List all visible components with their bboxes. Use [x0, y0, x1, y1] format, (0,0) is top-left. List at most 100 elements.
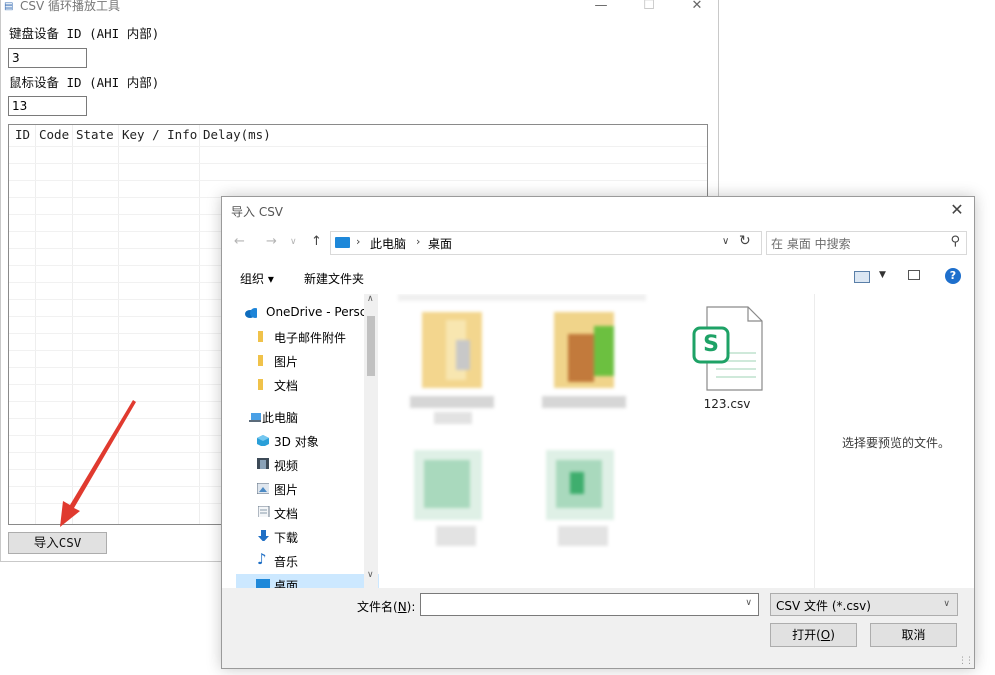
nav-item-desktop[interactable]: 桌面	[236, 574, 379, 588]
column-header-id[interactable]: ID	[15, 125, 30, 147]
open-button[interactable]: 打开(O)	[770, 623, 857, 647]
organize-button[interactable]: 组织 ▾	[240, 270, 274, 287]
nav-item-label: 图片	[274, 483, 299, 497]
open-label-prefix: 打开(	[792, 628, 821, 642]
search-input[interactable]	[769, 233, 943, 255]
help-icon[interactable]: ?	[945, 268, 961, 284]
filename-input[interactable]	[423, 595, 737, 616]
file-type-select[interactable]: CSV 文件 (*.csv) ∨	[770, 593, 958, 616]
download-icon	[258, 530, 269, 541]
back-arrow-icon[interactable]: ←	[234, 234, 245, 249]
grid-line	[72, 125, 73, 524]
new-folder-button[interactable]: 新建文件夹	[304, 270, 364, 287]
file-list-area[interactable]: S 123.csv	[382, 294, 814, 588]
blurred-file-thumbnail[interactable]	[410, 450, 500, 550]
file-name: 123.csv	[703, 397, 751, 411]
nav-item-onedrive[interactable]: OneDrive - Persc	[236, 302, 379, 324]
forward-arrow-icon[interactable]: →	[266, 234, 277, 249]
nav-item-label: 桌面	[274, 579, 299, 588]
view-options-dropdown-icon[interactable]: ▼	[879, 270, 886, 280]
mouse-device-input[interactable]	[8, 96, 87, 116]
filename-label: 文件名(N):	[357, 598, 415, 615]
nav-item-3d-objects[interactable]: 3D 对象	[236, 430, 379, 452]
dialog-title: 导入 CSV	[231, 205, 284, 219]
nav-item-documents[interactable]: 文档	[236, 374, 379, 396]
nav-item-email-attachments[interactable]: 电子邮件附件	[236, 326, 379, 348]
document-icon	[258, 506, 270, 517]
import-csv-dialog: 导入 CSV ✕ ← → ∨ ↑ › 此电脑 › 桌面 ∨ ↻ ⚲ 组织 ▾ 新…	[221, 196, 975, 669]
column-header-code[interactable]: Code	[39, 125, 69, 147]
minimize-button[interactable]: —	[581, 0, 621, 14]
nav-item-label: 音乐	[274, 555, 299, 569]
nav-item-label: 文档	[274, 379, 299, 393]
up-arrow-icon[interactable]: ↑	[311, 234, 322, 249]
close-button[interactable]: ✕	[677, 0, 717, 14]
search-icon[interactable]: ⚲	[950, 234, 960, 249]
dialog-close-button[interactable]: ✕	[946, 199, 968, 221]
change-view-icon[interactable]	[854, 271, 870, 283]
nav-scrollbar[interactable]: ∧ ∨	[364, 294, 378, 588]
computer-icon	[249, 413, 261, 422]
resize-grip-icon[interactable]: ⋮⋮	[958, 656, 974, 666]
address-bar[interactable]: › 此电脑 › 桌面 ∨ ↻	[330, 231, 762, 255]
blurred-file-thumbnail[interactable]	[410, 312, 500, 430]
breadcrumb-desktop[interactable]: 桌面	[428, 235, 452, 252]
csv-file-item[interactable]: S 123.csv	[682, 306, 772, 421]
blurred-file-thumbnail[interactable]	[542, 450, 632, 550]
cube-icon	[257, 435, 269, 446]
preview-placeholder-text: 选择要预览的文件。	[842, 436, 951, 450]
blurred-file-thumbnail[interactable]	[542, 312, 632, 430]
nav-item-videos[interactable]: 视频	[236, 454, 379, 476]
nav-item-label: 图片	[274, 355, 299, 369]
filename-label-prefix: 文件名(	[357, 600, 398, 614]
window-title: CSV 循环播放工具	[20, 0, 121, 13]
keyboard-device-input[interactable]	[8, 48, 87, 68]
breadcrumb-separator-icon: ›	[416, 235, 421, 248]
refresh-icon[interactable]: ↻	[739, 233, 751, 249]
breadcrumb-separator-icon: ›	[356, 235, 361, 248]
column-header-state[interactable]: State	[76, 125, 114, 147]
filename-label-suffix: ):	[406, 600, 416, 614]
import-csv-button[interactable]: 导入CSV	[8, 532, 107, 554]
nav-item-documents-pc[interactable]: 文档	[236, 502, 379, 524]
column-header-delay[interactable]: Delay(ms)	[203, 125, 271, 147]
folder-icon	[258, 331, 263, 342]
folder-icon	[258, 355, 263, 366]
video-icon	[257, 458, 269, 469]
music-icon: ♪	[257, 550, 267, 568]
pictures-icon	[257, 483, 269, 494]
scroll-down-icon[interactable]: ∨	[367, 570, 374, 580]
spreadsheet-badge: S	[703, 332, 719, 357]
navigation-pane[interactable]: OneDrive - Persc 电子邮件附件 图片 文档 此电脑 3D 对象 …	[236, 294, 379, 588]
column-header-key[interactable]: Key / Info	[122, 125, 197, 147]
cancel-button[interactable]: 取消	[870, 623, 957, 647]
keyboard-device-label: 键盘设备 ID (AHI 内部)	[9, 26, 160, 41]
search-box[interactable]: ⚲	[766, 231, 967, 255]
nav-item-downloads[interactable]: 下载	[236, 526, 379, 548]
recent-locations-dropdown-icon[interactable]: ∨	[290, 237, 297, 247]
filename-label-key: N	[397, 600, 407, 614]
nav-item-pictures[interactable]: 图片	[236, 350, 379, 372]
maximize-button[interactable]: ☐	[629, 0, 669, 14]
nav-item-this-pc[interactable]: 此电脑	[236, 406, 379, 428]
mouse-device-label: 鼠标设备 ID (AHI 内部)	[9, 75, 160, 90]
dialog-footer: 文件名(N): ∨ CSV 文件 (*.csv) ∨ 打开(O) 取消 ⋮⋮	[222, 588, 974, 668]
app-icon: ▤	[4, 1, 14, 12]
nav-item-music[interactable]: ♪ 音乐	[236, 550, 379, 572]
nav-item-label: 视频	[274, 459, 299, 473]
grid-line	[199, 125, 200, 524]
grid-line	[9, 180, 707, 181]
breadcrumb-this-pc[interactable]: 此电脑	[370, 235, 406, 252]
nav-item-pictures-pc[interactable]: 图片	[236, 478, 379, 500]
chevron-down-icon[interactable]: ∨	[745, 598, 752, 608]
preview-pane-icon[interactable]	[908, 270, 920, 280]
blurred-strip	[398, 294, 646, 301]
nav-item-label: 下载	[274, 531, 299, 545]
folder-icon	[258, 379, 263, 390]
address-dropdown-icon[interactable]: ∨	[722, 236, 729, 247]
filename-combobox[interactable]: ∨	[420, 593, 759, 616]
scrollbar-thumb[interactable]	[367, 316, 375, 376]
scroll-up-icon[interactable]: ∧	[367, 294, 374, 304]
nav-item-label: 文档	[274, 507, 299, 521]
file-type-value: CSV 文件 (*.csv)	[776, 599, 871, 613]
